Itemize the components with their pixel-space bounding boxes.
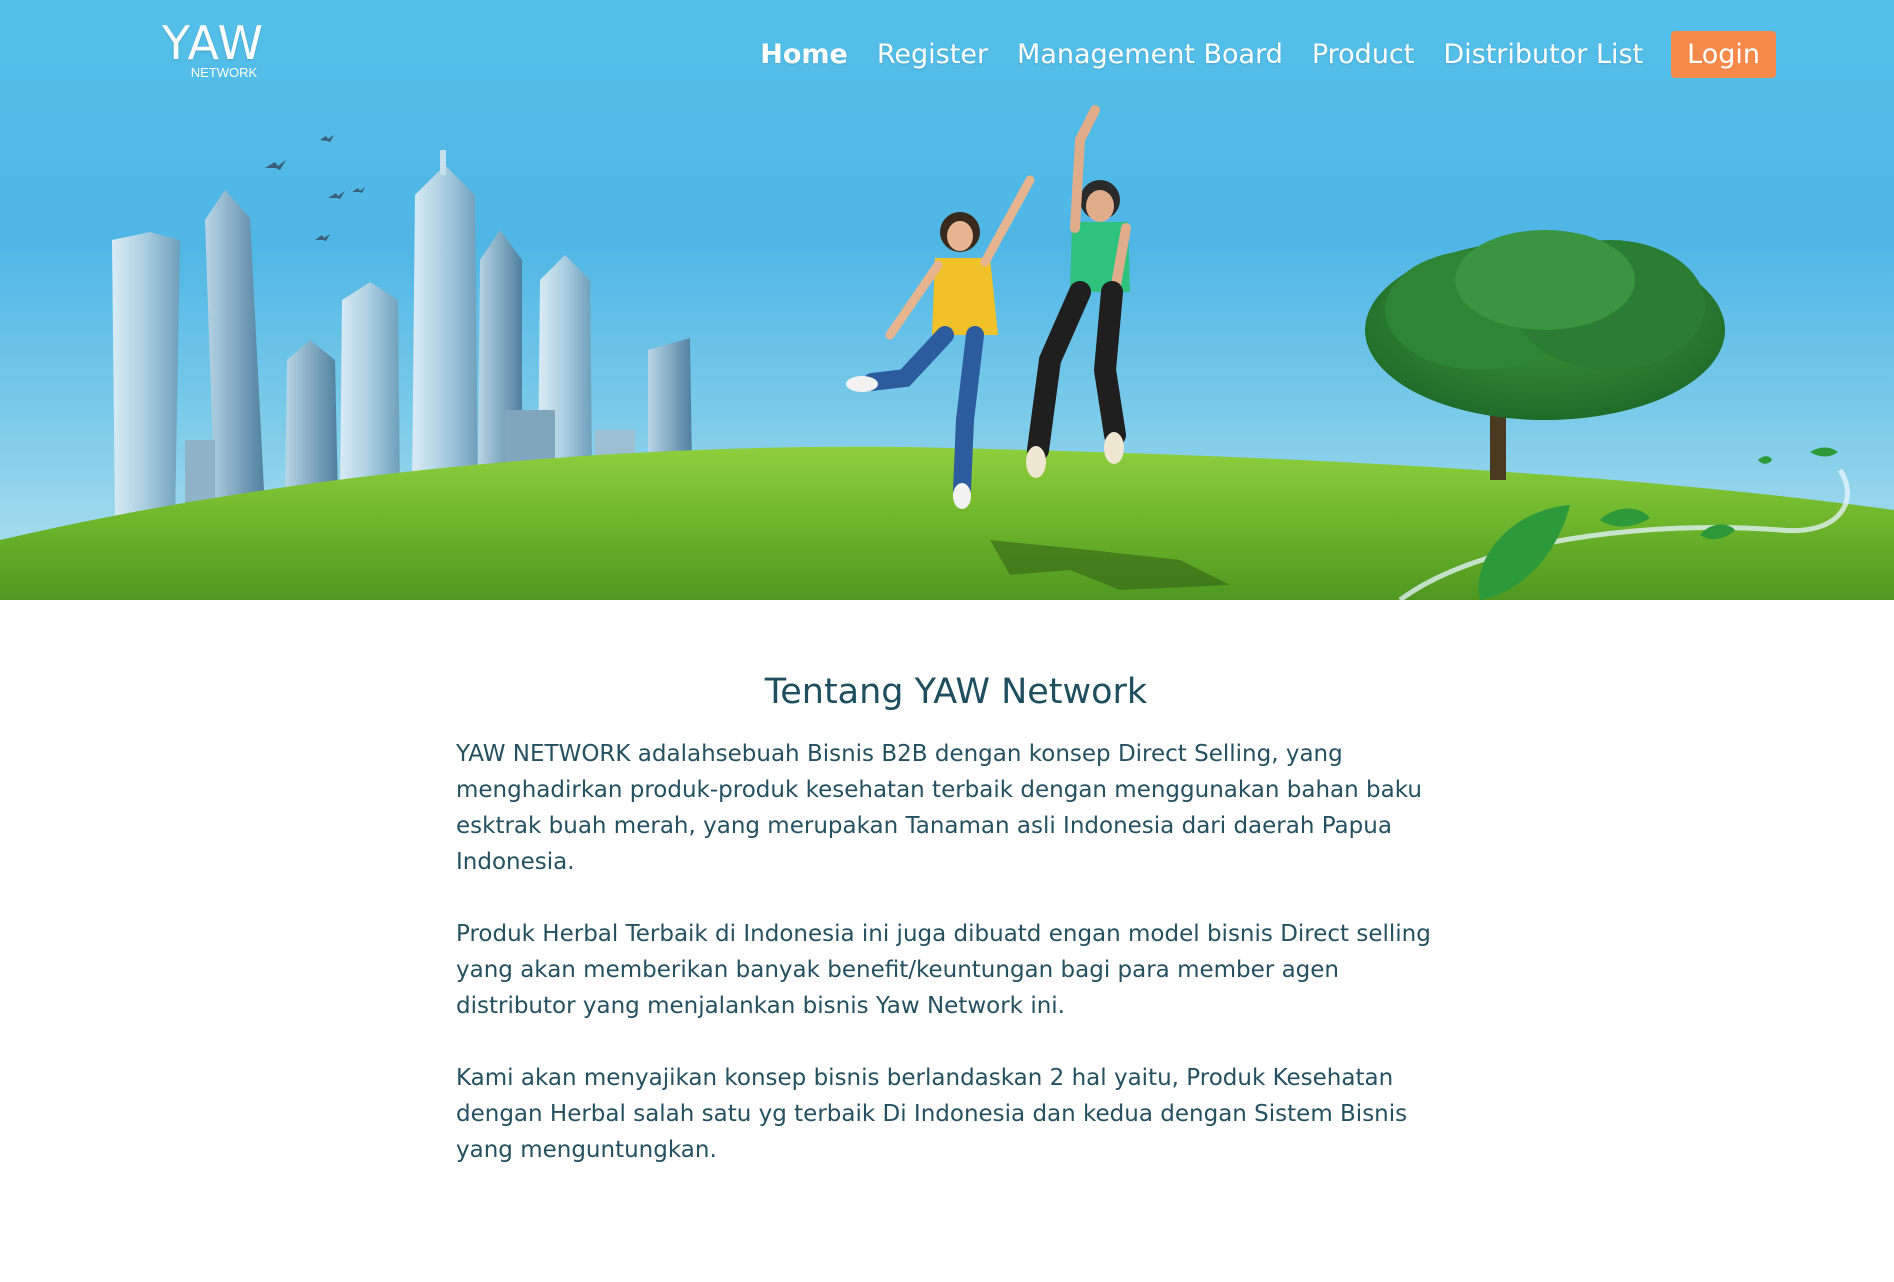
brand-logo[interactable]: YAW NETWORK bbox=[148, 20, 278, 82]
nav-register[interactable]: Register bbox=[877, 39, 988, 70]
main-navigation: Home Register Management Board Product D… bbox=[731, 28, 1776, 80]
nav-management-board[interactable]: Management Board bbox=[1017, 39, 1283, 70]
about-paragraph-3: Kami akan menyajikan konsep bisnis berla… bbox=[456, 1065, 1408, 1163]
login-button[interactable]: Login bbox=[1671, 30, 1776, 78]
about-section: Tentang YAW Network YAW NETWORK adalahse… bbox=[456, 672, 1456, 1204]
hero-banner-image bbox=[0, 105, 1894, 600]
nav-home[interactable]: Home bbox=[760, 39, 848, 70]
nav-product[interactable]: Product bbox=[1312, 39, 1415, 70]
about-paragraph-2: Produk Herbal Terbaik di Indonesia ini j… bbox=[456, 921, 1431, 1019]
hero-banner: YAW NETWORK Home Register Management Boa… bbox=[0, 0, 1894, 600]
tree bbox=[1365, 230, 1725, 480]
about-paragraph-1: YAW NETWORK adalahsebuah Bisnis B2B deng… bbox=[456, 741, 1422, 875]
logo-wordmark: YAW bbox=[162, 16, 264, 70]
nav-distributor-list[interactable]: Distributor List bbox=[1443, 39, 1643, 70]
birds bbox=[265, 135, 365, 241]
about-title: Tentang YAW Network bbox=[764, 672, 1148, 712]
